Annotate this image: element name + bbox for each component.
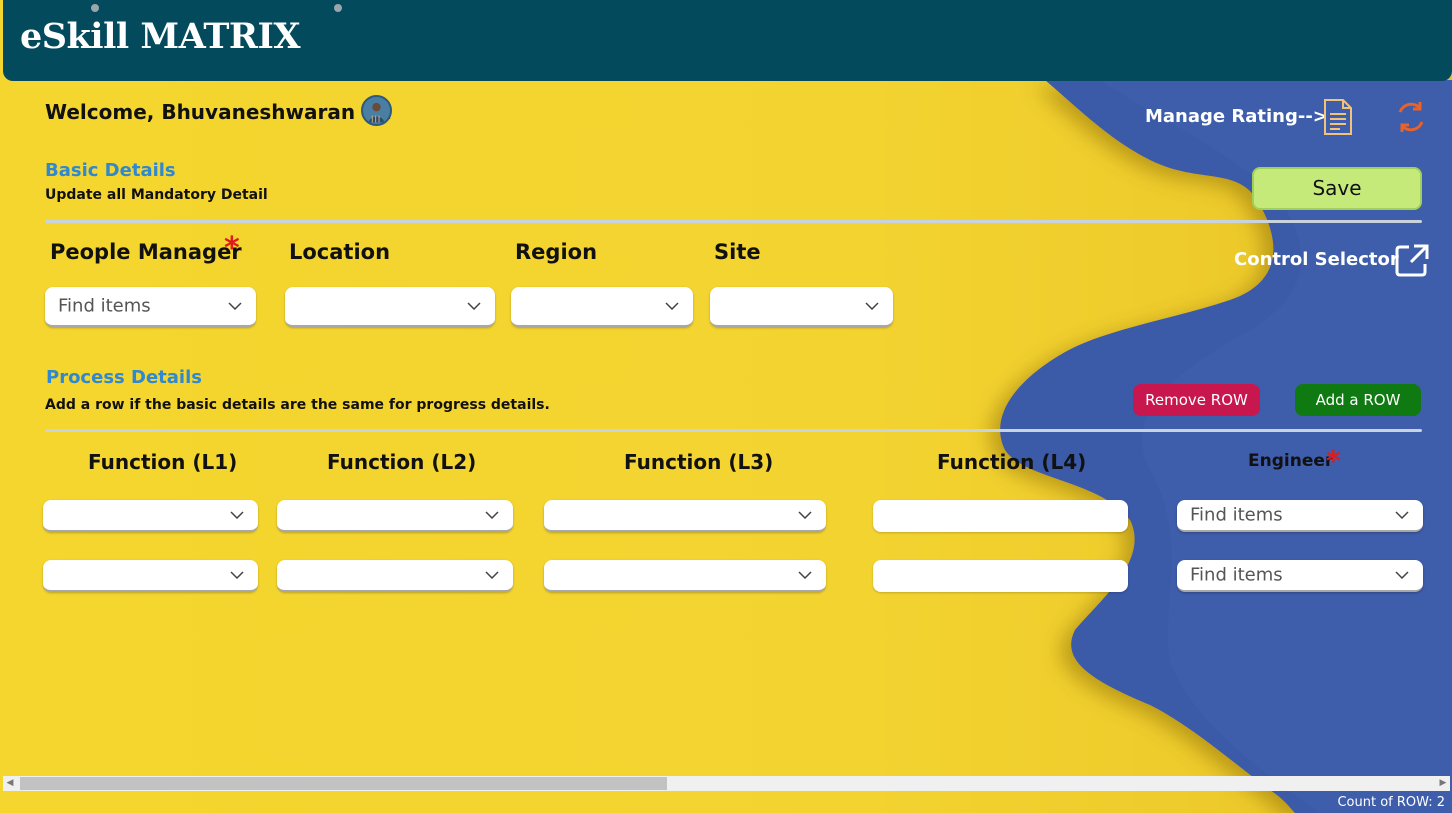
control-selector-label[interactable]: Control Selector <box>1234 249 1399 270</box>
row2-engineer-placeholder: Find items <box>1190 564 1283 586</box>
avatar[interactable] <box>361 95 392 126</box>
people-manager-placeholder: Find items <box>58 295 151 317</box>
row2-function-l2-dropdown[interactable] <box>277 560 513 592</box>
window-handle-dot <box>91 4 99 12</box>
region-label: Region <box>515 240 598 264</box>
external-link-icon[interactable] <box>1394 243 1430 279</box>
chevron-down-icon <box>485 511 499 519</box>
column-header-function-l1: Function (L1) <box>88 450 238 474</box>
chevron-down-icon <box>1395 571 1409 579</box>
site-label: Site <box>714 240 761 264</box>
row1-function-l4-input[interactable] <box>873 500 1128 532</box>
column-header-engineer: Engineer <box>1248 451 1334 471</box>
chevron-down-icon <box>228 302 242 310</box>
chevron-down-icon <box>865 302 879 310</box>
column-header-function-l4: Function (L4) <box>937 450 1087 474</box>
column-header-function-l3: Function (L3) <box>624 450 774 474</box>
chevron-down-icon <box>798 511 812 519</box>
welcome-message: Welcome, Bhuvaneshwaran C ! <box>45 100 393 124</box>
section-divider <box>45 429 1422 432</box>
row2-engineer-dropdown[interactable]: Find items <box>1177 560 1423 592</box>
scrollbar-thumb[interactable] <box>20 777 667 790</box>
add-row-button[interactable]: Add a ROW <box>1295 384 1421 416</box>
window-handle-dot <box>334 4 342 12</box>
region-dropdown[interactable] <box>511 287 693 327</box>
chevron-down-icon <box>665 302 679 310</box>
refresh-icon[interactable] <box>1393 99 1429 135</box>
row1-engineer-placeholder: Find items <box>1190 504 1283 526</box>
chevron-down-icon <box>230 511 244 519</box>
basic-details-subtitle: Update all Mandatory Detail <box>45 187 268 203</box>
row1-engineer-dropdown[interactable]: Find items <box>1177 500 1423 532</box>
save-button[interactable]: Save <box>1252 167 1422 210</box>
process-details-subtitle: Add a row if the basic details are the s… <box>45 397 550 413</box>
basic-details-title: Basic Details <box>45 160 176 181</box>
column-header-function-l2: Function (L2) <box>327 450 477 474</box>
chevron-down-icon <box>230 571 244 579</box>
scroll-left-icon[interactable]: ◀ <box>3 776 17 791</box>
app-title: eSkill MATRIX <box>20 16 301 57</box>
people-manager-label: People Manager <box>50 240 242 264</box>
required-star: * <box>224 231 240 266</box>
people-manager-dropdown[interactable]: Find items <box>45 287 256 327</box>
app-header: eSkill MATRIX <box>3 0 1452 81</box>
row1-function-l1-dropdown[interactable] <box>43 500 258 532</box>
row-count-status: Count of ROW: 2 <box>1337 795 1445 810</box>
horizontal-scrollbar[interactable]: ◀ ▶ <box>3 776 1450 791</box>
chevron-down-icon <box>1395 511 1409 519</box>
row2-function-l3-dropdown[interactable] <box>544 560 826 592</box>
location-dropdown[interactable] <box>285 287 495 327</box>
location-label: Location <box>289 240 391 264</box>
chevron-down-icon <box>467 302 481 310</box>
scroll-right-icon[interactable]: ▶ <box>1436 776 1450 791</box>
row1-function-l2-dropdown[interactable] <box>277 500 513 532</box>
document-icon[interactable] <box>1322 98 1354 136</box>
row2-function-l1-dropdown[interactable] <box>43 560 258 592</box>
chevron-down-icon <box>798 571 812 579</box>
required-star: * <box>1326 444 1341 477</box>
process-details-title: Process Details <box>46 367 202 388</box>
site-dropdown[interactable] <box>710 287 893 327</box>
remove-row-button[interactable]: Remove ROW <box>1133 384 1260 416</box>
chevron-down-icon <box>485 571 499 579</box>
section-divider <box>45 220 1422 223</box>
row2-function-l4-input[interactable] <box>873 560 1128 592</box>
row1-function-l3-dropdown[interactable] <box>544 500 826 532</box>
manage-rating-link[interactable]: Manage Rating--> <box>1145 106 1328 127</box>
